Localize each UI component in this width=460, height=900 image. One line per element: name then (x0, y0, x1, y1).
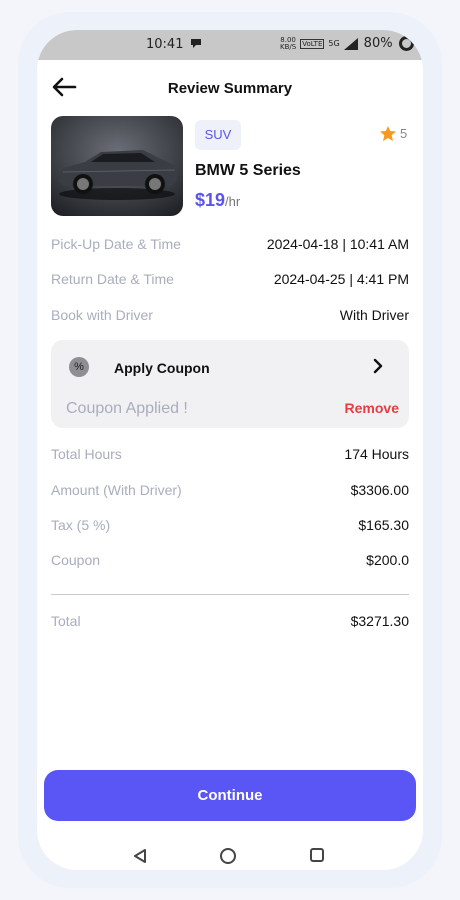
divider (51, 594, 409, 595)
car-image (51, 116, 183, 216)
nav-back-icon[interactable] (132, 848, 148, 864)
coupon-status: Coupon Applied ! (66, 400, 188, 417)
star-icon (380, 126, 396, 141)
summary-value: $200.0 (366, 552, 409, 568)
car-type-badge: SUV (195, 120, 241, 150)
summary-value: 174 Hours (344, 446, 409, 462)
status-time: 10:41 (146, 37, 184, 52)
system-nav-bar (37, 842, 423, 870)
price-value: $19 (195, 190, 226, 210)
page-title: Review Summary (167, 80, 293, 97)
header: Review Summary (37, 70, 423, 106)
percent-icon: % (69, 357, 89, 377)
price-unit: /hr (225, 194, 241, 209)
total-label: Total (51, 613, 81, 629)
detail-label: Return Date & Time (51, 271, 174, 287)
battery-percent: 80% (363, 36, 393, 51)
signal-type: 5G (328, 39, 340, 48)
summary-row-amount: Amount (With Driver) $3306.00 (51, 482, 409, 502)
continue-button[interactable]: Continue (44, 770, 416, 821)
summary-row-coupon: Coupon $200.0 (51, 552, 409, 572)
volte-badge: VoLTE (300, 38, 325, 49)
summary-label: Tax (5 %) (51, 517, 111, 533)
coupon-title: Apply Coupon (114, 360, 210, 376)
car-name: BMW 5 Series (195, 162, 301, 179)
car-price: $19/hr (195, 190, 240, 211)
detail-value: 2024-04-18 | 10:41 AM (266, 236, 409, 252)
status-bar: 10:41 8.00 KB/S VoLTE 5G 80% (37, 30, 423, 60)
summary-label: Total Hours (51, 446, 122, 462)
signal-icon (343, 37, 358, 50)
summary-label: Coupon (51, 552, 101, 568)
detail-value: With Driver (339, 307, 409, 323)
speed-unit: KB/S (280, 42, 297, 51)
nav-recents-icon[interactable] (310, 848, 324, 862)
chevron-right-icon[interactable] (371, 358, 385, 374)
rating: 5 (380, 126, 407, 141)
status-icons: 8.00 KB/S VoLTE 5G 80% (280, 36, 414, 51)
summary-row-tax: Tax (5 %) $165.30 (51, 517, 409, 537)
network-speed: 8.00 KB/S (280, 36, 297, 51)
detail-row-pickup: Pick-Up Date & Time 2024-04-18 | 10:41 A… (51, 236, 409, 256)
detail-value: 2024-04-25 | 4:41 PM (273, 271, 409, 287)
rating-value: 5 (400, 126, 408, 141)
coupon-card[interactable]: % Apply Coupon Coupon Applied ! Remove (51, 340, 409, 428)
remove-coupon-button[interactable]: Remove (345, 400, 399, 416)
message-icon (191, 39, 201, 48)
summary-row-hours: Total Hours 174 Hours (51, 446, 409, 466)
detail-label: Book with Driver (51, 307, 153, 323)
detail-row-driver: Book with Driver With Driver (51, 307, 409, 327)
total-row: Total $3271.30 (51, 613, 409, 633)
battery-icon (398, 36, 414, 51)
summary-value: $3306.00 (350, 482, 409, 498)
summary-value: $165.30 (358, 517, 409, 533)
app-screen: 10:41 8.00 KB/S VoLTE 5G 80% Review Summ… (37, 30, 423, 870)
total-value: $3271.30 (350, 613, 409, 629)
nav-home-icon[interactable] (220, 848, 236, 864)
detail-row-return: Return Date & Time 2024-04-25 | 4:41 PM (51, 271, 409, 291)
detail-label: Pick-Up Date & Time (51, 236, 181, 252)
summary-label: Amount (With Driver) (51, 482, 182, 498)
